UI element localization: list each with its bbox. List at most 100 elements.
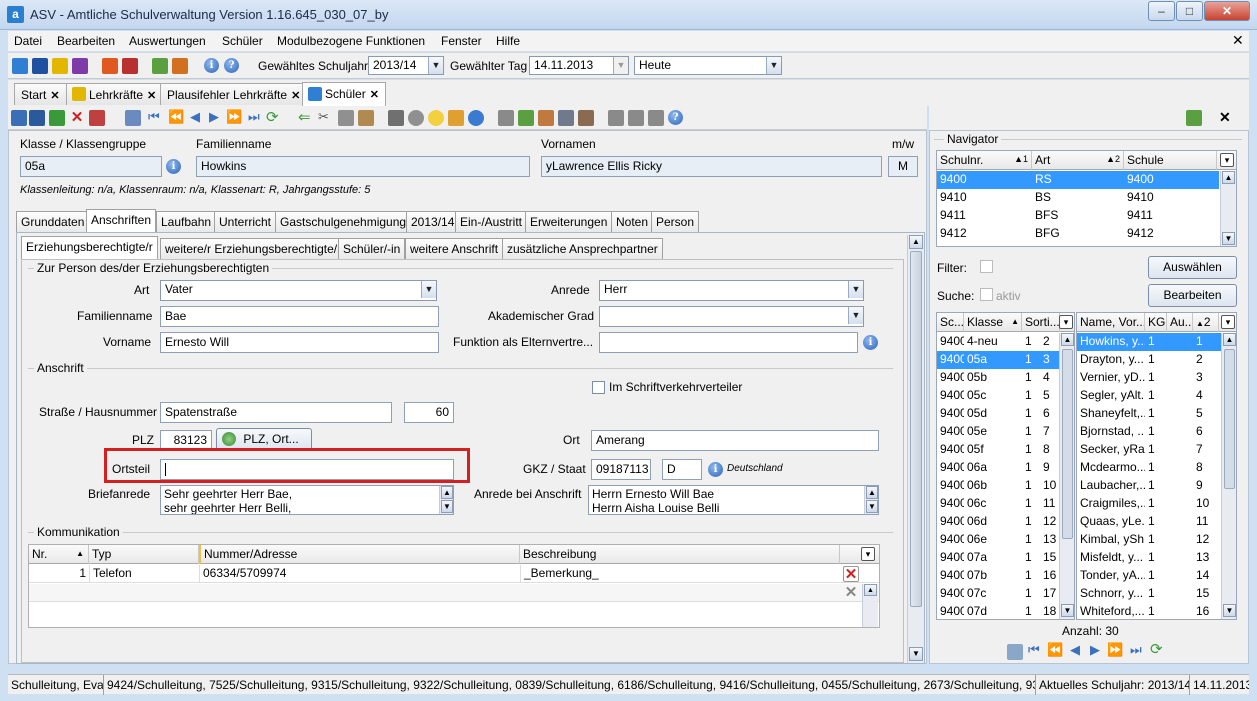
schueler-icon[interactable] — [12, 58, 28, 74]
col-kg[interactable]: KG — [1145, 313, 1167, 332]
column-chooser-icon[interactable]: ▾ — [1059, 315, 1073, 329]
mw-field[interactable]: M — [888, 156, 918, 177]
class-row[interactable]: 940006d 1 12 — [937, 513, 1059, 531]
column-chooser-icon[interactable]: ▾ — [861, 547, 875, 561]
sync-icon[interactable] — [1186, 110, 1202, 126]
tab-unterricht[interactable]: Unterricht — [214, 211, 277, 232]
preview-icon[interactable] — [408, 110, 424, 126]
copy-icon[interactable] — [338, 110, 354, 126]
scroll-up-icon[interactable]: ▲ — [866, 486, 878, 499]
class-row[interactable]: 940006b 1 10 — [937, 477, 1059, 495]
close-icon[interactable]: ✕ — [147, 90, 156, 102]
menubar-close-icon[interactable]: ✕ — [1232, 32, 1244, 49]
last-record-icon[interactable]: ⏭ — [248, 109, 260, 125]
fast-back-icon[interactable]: ⏪ — [1047, 642, 1063, 658]
col-sc[interactable]: Sc... — [937, 313, 964, 332]
scroll-down-icon[interactable]: ▼ — [1061, 604, 1074, 617]
menu-datei[interactable]: Datei — [14, 34, 42, 48]
menu-schueler[interactable]: Schüler — [222, 34, 263, 48]
menu-fenster[interactable]: Fenster — [441, 34, 482, 48]
prev-record-icon[interactable]: ◀ — [190, 109, 200, 125]
tab-schueler[interactable]: Schüler ✕ — [302, 82, 386, 106]
export-icon[interactable] — [518, 110, 534, 126]
student-row[interactable]: Kimbal, ySh...1 12 — [1077, 531, 1221, 549]
home-icon[interactable] — [608, 110, 624, 126]
scroll-up-icon[interactable]: ▲ — [1222, 171, 1235, 184]
next-record-icon[interactable]: ▶ — [209, 109, 219, 125]
bus-icon[interactable] — [32, 58, 48, 74]
tab-anschriften[interactable]: Anschriften — [86, 209, 157, 232]
close-icon[interactable]: ✕ — [1219, 109, 1231, 126]
scroll-up-icon[interactable]: ▲ — [1061, 333, 1074, 346]
student-row[interactable]: Mcdearmo... 1 8 — [1077, 459, 1221, 477]
student-row[interactable]: Shaneyfelt,... 1 5 — [1077, 405, 1221, 423]
scroll-down-icon[interactable]: ▼ — [866, 500, 878, 513]
first-record-icon[interactable]: ⏮ — [148, 109, 160, 125]
col-klasse[interactable]: Klasse ▲ — [964, 313, 1022, 332]
col-beschreibung[interactable]: Beschreibung — [520, 545, 840, 564]
klasse-info-icon[interactable]: i — [166, 159, 181, 174]
tab-noten[interactable]: Noten — [611, 211, 654, 232]
close-icon[interactable]: ✕ — [370, 89, 379, 101]
tab-person[interactable]: Person — [651, 211, 700, 232]
col-sorti[interactable]: Sorti... — [1022, 313, 1060, 332]
student-row[interactable]: Vernier, yD... 1 3 — [1077, 369, 1221, 387]
scroll-up-icon[interactable]: ▲ — [864, 584, 877, 596]
scroll-up-icon[interactable]: ▲ — [909, 235, 923, 249]
class-row[interactable]: 940005f 18 — [937, 441, 1059, 459]
staat-input[interactable]: D — [662, 459, 702, 480]
scroll-down-icon[interactable]: ▼ — [1223, 604, 1236, 617]
list-icon[interactable] — [1007, 644, 1023, 660]
heute-select[interactable]: Heute ▼ — [634, 56, 782, 75]
refresh-icon[interactable]: ⟳ — [1150, 640, 1163, 658]
school-row[interactable]: 9412 BFG 9412 — [937, 225, 1219, 243]
klasse-field[interactable]: 05a — [20, 156, 162, 177]
student-row[interactable]: Drayton, y... 1 2 — [1077, 351, 1221, 369]
person-icon[interactable] — [538, 110, 554, 126]
tab-zusaetzliche-ansprechpartner[interactable]: zusätzliche Ansprechpartner — [502, 238, 663, 259]
tab-erweiterungen[interactable]: Erweiterungen — [525, 211, 613, 232]
refresh-icon[interactable]: ⟳ — [266, 108, 279, 126]
hausnummer-input[interactable]: 60 — [404, 402, 454, 423]
student-row[interactable]: Tonder, yA... 1 14 — [1077, 567, 1221, 585]
book-icon[interactable] — [102, 58, 118, 74]
filter-checkbox[interactable] — [980, 260, 993, 273]
class-row[interactable]: 940006c111 — [937, 495, 1059, 513]
clock-icon[interactable] — [468, 110, 484, 126]
arrow-left-icon[interactable]: ⇐ — [298, 108, 311, 126]
col-sort2[interactable]: ▲2 — [1193, 313, 1219, 332]
bearbeiten-button[interactable]: Bearbeiten — [1148, 284, 1237, 307]
scroll-thumb[interactable] — [910, 251, 922, 607]
report-icon[interactable] — [122, 58, 138, 74]
student-row[interactable]: Segler, yAlt... 1 4 — [1077, 387, 1221, 405]
table-row-empty[interactable]: ✕ — [29, 584, 879, 602]
class-row[interactable]: 940005a 13 — [937, 351, 1059, 369]
scroll-thumb[interactable] — [1224, 349, 1235, 489]
lehrkraefte-icon[interactable] — [52, 58, 68, 74]
aktiv-checkbox[interactable] — [980, 288, 993, 301]
col-typ[interactable]: Typ — [89, 545, 199, 564]
tab-weitere-erziehungsberechtigte[interactable]: weitere/r Erziehungsberechtigte/r — [160, 238, 347, 259]
strasse-input[interactable]: Spatenstraße — [160, 402, 392, 423]
tab-grunddaten[interactable]: Grunddaten — [16, 211, 90, 232]
vornamen-field[interactable]: yLawrence Ellis Ricky — [541, 156, 882, 177]
bulb-icon[interactable] — [428, 110, 444, 126]
next-record-icon[interactable]: ▶ — [1090, 642, 1100, 658]
tab-weitere-anschrift[interactable]: weitere Anschrift — [405, 238, 504, 259]
close-button[interactable]: ✕ — [1204, 1, 1250, 21]
verteiler-checkbox[interactable] — [592, 381, 605, 394]
column-chooser-icon[interactable]: ▾ — [1220, 153, 1234, 167]
menu-hilfe[interactable]: Hilfe — [496, 34, 520, 48]
col-nr[interactable]: Nr. ▲ — [29, 545, 89, 564]
class-row[interactable]: 940006e 1 13 — [937, 531, 1059, 549]
class-row[interactable]: 940007c 1 17 — [937, 585, 1059, 603]
class-scrollbar[interactable]: ▲ ▼ — [1059, 333, 1074, 619]
class-row[interactable]: 94004-neu 12 — [937, 333, 1059, 351]
col-schule[interactable]: Schule — [1124, 151, 1217, 170]
new-icon[interactable] — [11, 110, 27, 126]
wizard-icon[interactable] — [448, 110, 464, 126]
col-schulnr[interactable]: Schulnr. ▲1 — [937, 151, 1032, 170]
eb-vorname-input[interactable]: Ernesto Will — [160, 332, 439, 353]
student-row[interactable]: Laubacher,... 1 9 — [1077, 477, 1221, 495]
familienname-field[interactable]: Howkins — [196, 156, 530, 177]
